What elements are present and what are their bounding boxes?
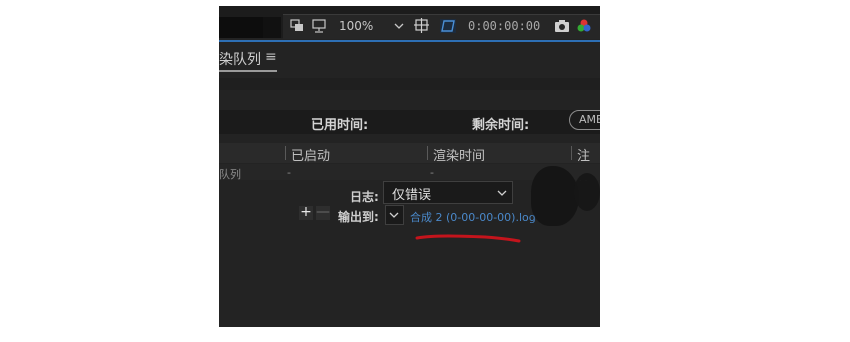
column-separator[interactable] — [571, 146, 572, 160]
viewer-toolbar: 100% 0:00:00:00 — [283, 14, 600, 39]
tab-underline — [219, 70, 277, 72]
queue-row-name: 队列 — [219, 168, 241, 181]
remaining-time-label: 剩余时间: — [472, 118, 530, 133]
panel-header-band — [219, 78, 600, 90]
tab-render-queue[interactable]: 染队列 — [219, 49, 261, 69]
chevron-down-icon — [389, 212, 399, 218]
column-header-row — [219, 143, 600, 163]
log-dropdown-value: 仅错误 — [392, 188, 432, 203]
chevron-down-icon — [497, 190, 507, 196]
redaction-mark — [574, 173, 600, 211]
current-time-field[interactable]: 0:00:00:00 — [468, 16, 540, 36]
render-queue-panel: 100% 0:00:00:00 染队列 ≡ 已用时间: 剩余时间: AME 已启… — [219, 6, 600, 327]
remove-output-button[interactable]: — — [316, 205, 330, 220]
color-channels-icon[interactable] — [577, 18, 591, 34]
column-separator[interactable] — [285, 146, 286, 160]
redaction-mark — [531, 166, 579, 226]
queue-in-ame-button[interactable]: AME — [569, 110, 600, 130]
camera-icon[interactable] — [554, 19, 570, 33]
status-row — [219, 110, 600, 134]
display-icon[interactable] — [312, 19, 326, 33]
log-label: 日志: — [350, 190, 379, 204]
column-header-started[interactable]: 已启动 — [291, 145, 330, 164]
chevron-down-icon[interactable] — [393, 21, 405, 31]
output-log-path-link[interactable]: 合成 2 (0-00-00-00).log — [410, 209, 536, 225]
hamburger-menu-icon[interactable]: ≡ — [265, 49, 277, 65]
column-separator[interactable] — [427, 146, 428, 160]
grid-icon[interactable] — [414, 18, 430, 34]
output-dropdown[interactable] — [385, 205, 404, 225]
roi-icon[interactable] — [439, 18, 457, 34]
add-output-button[interactable]: + — [299, 205, 313, 220]
column-header-render-time[interactable]: 渲染时间 — [433, 145, 485, 164]
viewer-strip-divider — [263, 17, 281, 38]
output-to-label: 输出到: — [338, 210, 379, 224]
zoom-dropdown[interactable]: 100% — [339, 16, 373, 36]
red-annotation-underline — [415, 234, 521, 243]
queue-row-render-time: - — [430, 166, 434, 179]
elapsed-time-label: 已用时间: — [311, 118, 369, 133]
queue-row-started: - — [287, 166, 291, 179]
log-dropdown[interactable]: 仅错误 — [383, 181, 513, 204]
monitor-icon[interactable] — [290, 19, 304, 33]
